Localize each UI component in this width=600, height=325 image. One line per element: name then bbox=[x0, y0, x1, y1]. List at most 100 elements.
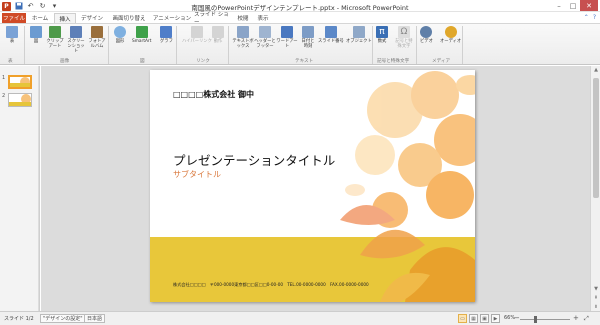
reading-view-icon[interactable]: ▣ bbox=[480, 314, 489, 323]
slide-counter: スライド 1/2 bbox=[4, 316, 34, 322]
group-label-illustrations: 図 bbox=[140, 59, 145, 64]
wordart-icon bbox=[281, 26, 293, 38]
tab-transitions[interactable]: 画面切り替え bbox=[108, 13, 150, 23]
theme-name[interactable]: "デザインの設定" bbox=[40, 314, 86, 323]
header-footer-button[interactable]: ヘッダーとフッター bbox=[254, 26, 276, 49]
textbox-icon bbox=[237, 26, 249, 38]
smartart-button[interactable]: SmartArt bbox=[132, 26, 151, 44]
scroll-down-icon[interactable]: ▼ bbox=[591, 285, 600, 293]
zoom-in-icon[interactable]: + bbox=[573, 314, 579, 322]
scroll-up-icon[interactable]: ▲ bbox=[591, 66, 600, 74]
hyperlink-button[interactable]: ハイパーリンク bbox=[182, 26, 212, 44]
slide-canvas[interactable]: □□□□株式会社 御中 プレゼンテーションタイトル サブタイトル 株式会社□□□… bbox=[150, 70, 475, 302]
group-label-text: テキスト bbox=[295, 59, 314, 64]
tab-insert[interactable]: 挿入 bbox=[54, 13, 76, 23]
save-icon[interactable] bbox=[14, 2, 23, 11]
picture-button[interactable]: 図 bbox=[30, 26, 42, 44]
chart-button[interactable]: グラフ bbox=[160, 26, 173, 44]
powerpoint-logo-icon[interactable]: P bbox=[2, 1, 11, 11]
audio-button[interactable]: オーディオ bbox=[440, 26, 461, 44]
status-bar: スライド 1/2 "デザインの設定" 日本語 ▭ ▦ ▣ ▶ 66% − + ⤢ bbox=[0, 311, 600, 325]
group-label-images: 画像 bbox=[60, 59, 70, 64]
close-icon[interactable]: ✕ bbox=[580, 0, 598, 11]
video-icon bbox=[420, 26, 433, 38]
slideshow-view-icon[interactable]: ▶ bbox=[491, 314, 500, 323]
tab-file[interactable]: ファイル bbox=[2, 13, 26, 23]
previous-slide-icon[interactable]: ⇞ bbox=[591, 294, 600, 302]
hyperlink-icon bbox=[190, 26, 203, 38]
language-indicator[interactable]: 日本語 bbox=[84, 314, 106, 323]
equation-button[interactable]: π 数式 bbox=[376, 26, 388, 44]
maximize-icon[interactable]: □ bbox=[566, 0, 580, 11]
chart-icon bbox=[160, 26, 173, 38]
photo-album-button[interactable]: フォトアルバム bbox=[88, 26, 106, 49]
tropical-flower-decoration bbox=[340, 71, 475, 302]
action-icon bbox=[212, 26, 224, 38]
normal-view-icon[interactable]: ▭ bbox=[458, 314, 467, 323]
clipart-button[interactable]: クリップアート bbox=[46, 26, 64, 49]
tab-review[interactable]: 校閲 bbox=[234, 13, 252, 23]
presentation-subtitle[interactable]: サブタイトル bbox=[173, 169, 221, 180]
customize-icon[interactable]: ▾ bbox=[50, 2, 59, 11]
table-icon bbox=[6, 26, 18, 38]
tab-design[interactable]: デザイン bbox=[78, 13, 106, 23]
shapes-button[interactable]: 図形 bbox=[114, 26, 126, 44]
textbox-button[interactable]: テキストボックス bbox=[232, 26, 254, 49]
zoom-slider[interactable] bbox=[520, 319, 570, 320]
tab-animations[interactable]: アニメーション bbox=[152, 13, 192, 23]
header-footer-icon bbox=[259, 26, 271, 38]
slide-footer[interactable]: 株式会社□□□□ 〒000-0000東京都□□区□□0-00-00 TEL.00… bbox=[173, 282, 369, 288]
clipart-icon bbox=[49, 26, 61, 38]
picture-icon bbox=[30, 26, 42, 38]
ribbon-tabs: ファイル ホーム 挿入 デザイン 画面切り替え アニメーション スライド ショー… bbox=[0, 12, 600, 26]
next-slide-icon[interactable]: ⇟ bbox=[591, 303, 600, 311]
slide-thumbnail-2[interactable] bbox=[8, 93, 32, 107]
slide-number-button[interactable]: スライド番号 bbox=[318, 26, 344, 44]
presentation-title[interactable]: プレゼンテーションタイトル bbox=[173, 150, 335, 169]
thumbnail-row[interactable]: 1 bbox=[2, 75, 32, 89]
scroll-thumb[interactable] bbox=[593, 78, 599, 198]
zoom-slider-knob[interactable] bbox=[534, 316, 538, 323]
date-time-icon bbox=[302, 26, 314, 38]
help-icon[interactable]: ? bbox=[593, 14, 596, 21]
collapse-ribbon-icon[interactable]: ⌃ bbox=[584, 14, 589, 21]
object-button[interactable]: オブジェクト bbox=[346, 26, 372, 44]
minimize-icon[interactable]: – bbox=[552, 0, 566, 11]
view-buttons: ▭ ▦ ▣ ▶ bbox=[458, 314, 500, 323]
slide-number-icon bbox=[324, 26, 337, 38]
symbol-button[interactable]: Ω 記号と特殊文字 bbox=[394, 26, 414, 49]
wordart-button[interactable]: ワードアート bbox=[276, 26, 298, 49]
photo-album-icon bbox=[91, 26, 103, 38]
undo-icon[interactable]: ↶ bbox=[26, 2, 35, 11]
company-name[interactable]: □□□□株式会社 御中 bbox=[173, 89, 254, 100]
fit-to-window-icon[interactable]: ⤢ bbox=[584, 315, 589, 323]
action-button[interactable]: 動作 bbox=[212, 26, 224, 44]
screenshot-button[interactable]: スクリーンショット bbox=[66, 26, 86, 54]
zoom-out-icon[interactable]: − bbox=[514, 314, 520, 322]
screenshot-icon bbox=[70, 26, 82, 38]
audio-icon bbox=[444, 26, 457, 38]
pane-splitter[interactable] bbox=[38, 66, 39, 311]
tab-view[interactable]: 表示 bbox=[254, 13, 272, 23]
symbol-icon: Ω bbox=[398, 26, 410, 38]
equation-icon: π bbox=[376, 26, 388, 38]
title-bar: P ↶ ↻ ▾ 南国風のPowerPointデザインテンプレート.pptx - … bbox=[0, 0, 600, 12]
table-button[interactable]: 表 bbox=[6, 26, 18, 44]
group-label-links: リンク bbox=[196, 59, 210, 64]
object-icon bbox=[352, 26, 365, 38]
tab-home[interactable]: ホーム bbox=[28, 13, 52, 23]
thumbnail-row[interactable]: 2 bbox=[2, 93, 32, 107]
slide-thumbnail-1[interactable] bbox=[8, 75, 32, 89]
shapes-icon bbox=[114, 26, 126, 38]
ribbon: 表 図 クリップアート スクリーンショット フォトアルバム 図形 SmartAr… bbox=[0, 23, 600, 65]
vertical-scrollbar[interactable]: ▲ ▼ ⇞ ⇟ bbox=[590, 66, 600, 311]
smartart-icon bbox=[135, 26, 148, 38]
tab-slideshow[interactable]: スライド ショー bbox=[194, 12, 232, 26]
group-label-symbols: 記号と特殊文字 bbox=[377, 59, 410, 64]
group-label-media: メディア bbox=[432, 59, 451, 64]
slide-sorter-icon[interactable]: ▦ bbox=[469, 314, 478, 323]
slide-thumbnail-pane: 1 2 bbox=[0, 66, 40, 311]
video-button[interactable]: ビデオ bbox=[420, 26, 433, 44]
redo-icon[interactable]: ↻ bbox=[38, 2, 47, 11]
date-time-button[interactable]: 日付と時刻 bbox=[300, 26, 316, 49]
